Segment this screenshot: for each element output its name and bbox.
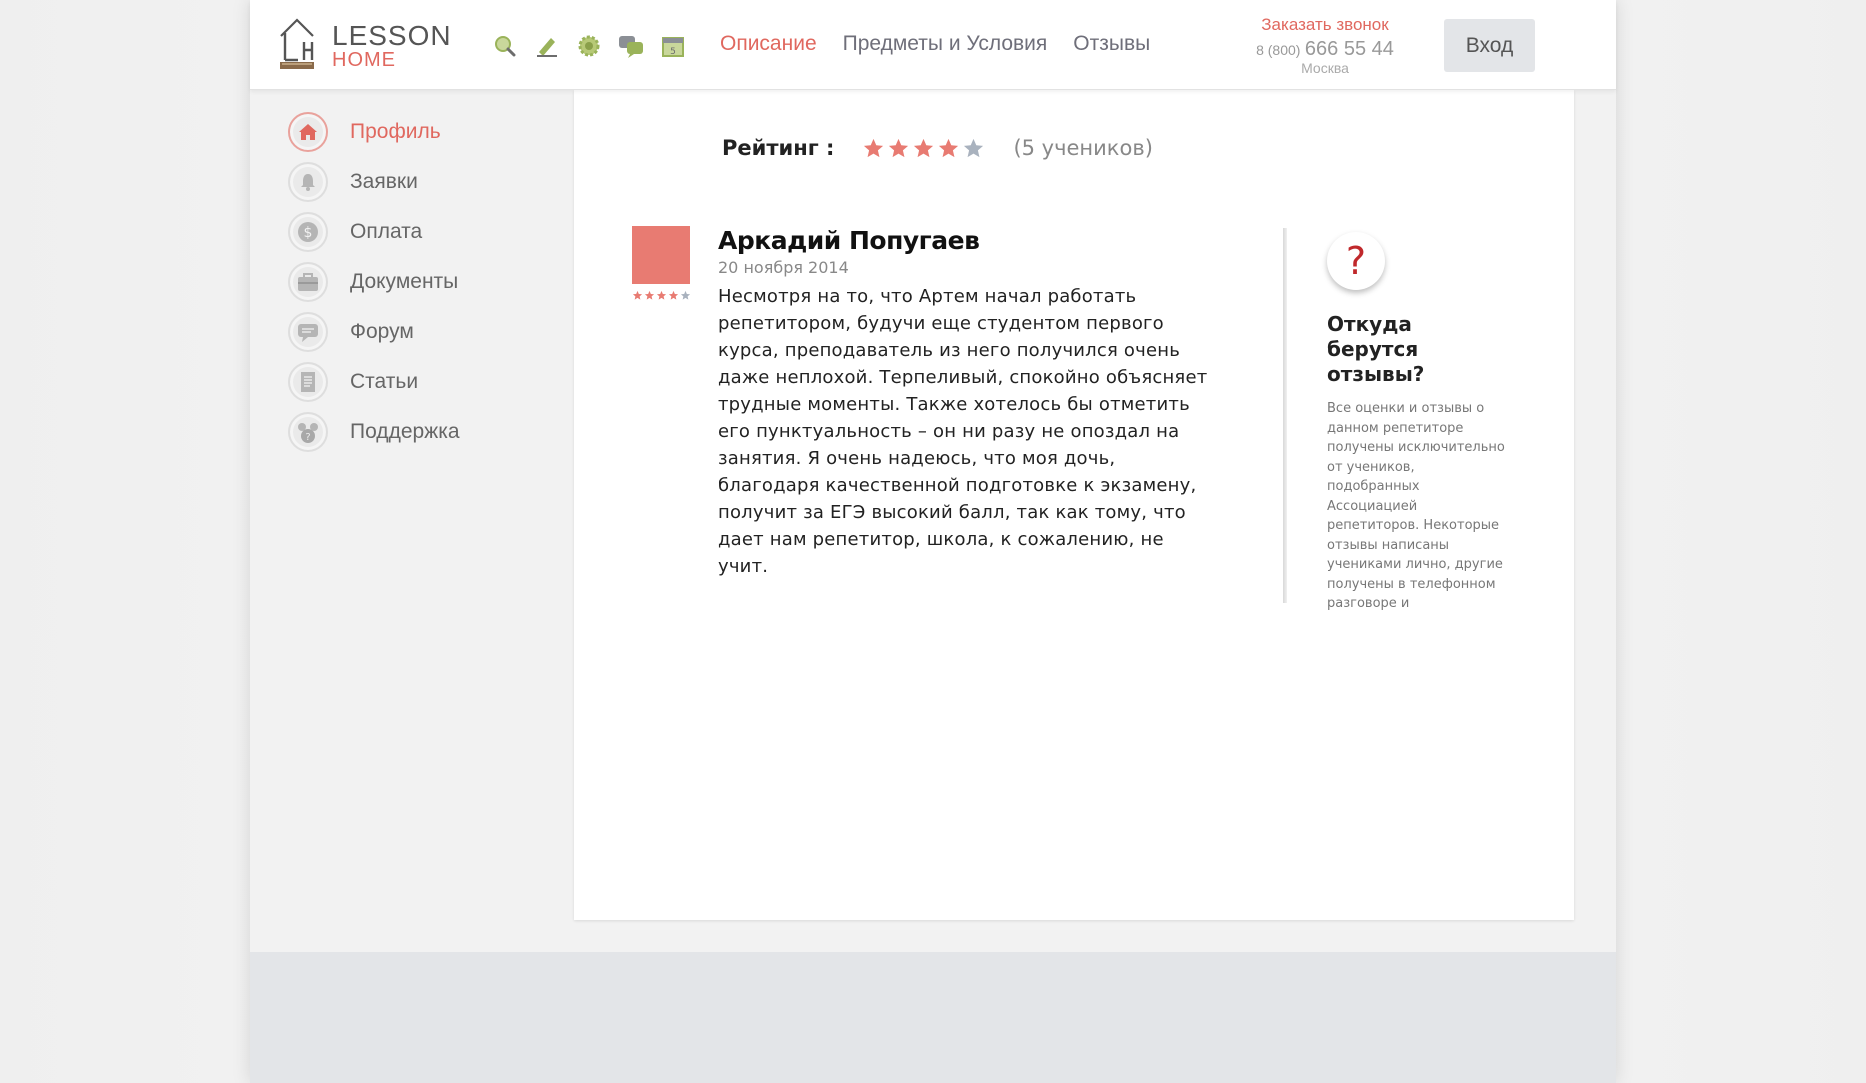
search-icon[interactable]	[492, 34, 518, 58]
bell-icon	[288, 162, 328, 202]
sidebar-item-requests[interactable]: Заявки	[288, 160, 548, 204]
calendar-icon[interactable]: 5	[660, 34, 686, 58]
info-text: Все оценки и отзывы о данном репетиторе …	[1327, 401, 1505, 611]
header: LESSON HOME 5 Описание Предметы и Услови…	[250, 0, 1616, 90]
star-filled-icon	[632, 290, 643, 300]
star-empty-icon	[680, 290, 691, 300]
nav-item-subjects[interactable]: Предметы и Условия	[843, 32, 1048, 56]
review-stars	[632, 290, 691, 301]
star-filled-icon	[644, 290, 655, 300]
phone-prefix: 8 (800)	[1256, 42, 1301, 58]
sidebar-item-label: Оплата	[350, 220, 423, 243]
star-empty-icon	[964, 138, 984, 157]
main-content: Рейтинг : (5 учеников) Аркадий Попугаев …	[574, 90, 1574, 920]
review-date: 20 ноября 2014	[718, 258, 849, 277]
callback-link[interactable]: Заказать звонок	[1250, 15, 1400, 35]
pencil-icon[interactable]	[534, 34, 560, 58]
rating-stars	[862, 137, 985, 160]
vertical-divider	[1283, 228, 1287, 603]
logo[interactable]: LESSON HOME	[278, 16, 451, 72]
svg-text:?: ?	[305, 432, 310, 443]
login-button[interactable]: Вход	[1444, 19, 1535, 72]
sidebar-item-label: Статьи	[350, 370, 419, 393]
nav-item-description[interactable]: Описание	[720, 32, 817, 56]
dollar-icon: $	[288, 212, 328, 252]
star-filled-icon	[864, 138, 884, 157]
toolbar-icons: 5	[492, 34, 686, 58]
gear-icon[interactable]	[576, 34, 602, 58]
star-filled-icon	[939, 138, 959, 157]
sidebar: Профиль Заявки $ Оплата Документы Форум	[288, 110, 548, 460]
logo-house-icon	[280, 18, 314, 69]
logo-text-lesson: LESSON	[332, 20, 452, 51]
review-text: Несмотря на то, что Артем начал работать…	[718, 286, 1208, 577]
sidebar-item-forum[interactable]: Форум	[288, 310, 548, 354]
reviewer-name[interactable]: Аркадий Попугаев	[718, 226, 1218, 255]
sidebar-item-label: Документы	[350, 270, 459, 293]
logo-text-home: HOME	[332, 49, 396, 71]
home-icon	[288, 112, 328, 152]
sidebar-item-payment[interactable]: $ Оплата	[288, 210, 548, 254]
sidebar-item-label: Заявки	[350, 170, 418, 193]
svg-text:5: 5	[670, 47, 676, 57]
chat-bubble-icon	[288, 312, 328, 352]
question-icon: ?	[1327, 232, 1385, 290]
sidebar-item-documents[interactable]: Документы	[288, 260, 548, 304]
page-wrapper: LESSON HOME 5 Описание Предметы и Услови…	[250, 0, 1616, 1083]
chat-icon[interactable]	[618, 34, 644, 58]
phone-digits: 666 55 44	[1304, 38, 1394, 60]
star-filled-icon	[889, 138, 909, 157]
city-label: Москва	[1301, 60, 1349, 76]
footer	[250, 952, 1616, 1083]
info-title: Откуда берутся отзывы?	[1327, 312, 1425, 386]
phone-number: 8 (800) 666 55 44	[1250, 38, 1400, 61]
star-filled-icon	[914, 138, 934, 157]
rating-label: Рейтинг :	[722, 136, 835, 160]
rating-summary: Рейтинг : (5 учеников)	[722, 136, 1153, 160]
document-icon	[288, 362, 328, 402]
main-nav: Описание Предметы и Условия Отзывы	[720, 32, 1150, 56]
avatar[interactable]	[632, 226, 690, 284]
svg-text:$: $	[304, 225, 313, 241]
contact-block: Заказать звонок 8 (800) 666 55 44 Москва	[1250, 15, 1400, 76]
sidebar-item-label: Профиль	[350, 120, 441, 143]
rating-count: (5 учеников)	[1013, 136, 1153, 160]
sidebar-item-articles[interactable]: Статьи	[288, 360, 548, 404]
support-icon: ?	[288, 412, 328, 452]
briefcase-icon	[288, 262, 328, 302]
sidebar-item-support[interactable]: ? Поддержка	[288, 410, 548, 454]
sidebar-item-profile[interactable]: Профиль	[288, 110, 548, 154]
star-filled-icon	[668, 290, 679, 300]
sidebar-item-label: Поддержка	[350, 420, 460, 443]
nav-item-reviews[interactable]: Отзывы	[1073, 32, 1150, 56]
star-filled-icon	[656, 290, 667, 300]
review-body: Аркадий Попугаев 20 ноября 2014 Несмотря…	[718, 226, 1218, 580]
sidebar-item-label: Форум	[350, 320, 414, 343]
reviews-info-panel: ? Откуда берутся отзывы? Все оценки и от…	[1327, 232, 1507, 614]
